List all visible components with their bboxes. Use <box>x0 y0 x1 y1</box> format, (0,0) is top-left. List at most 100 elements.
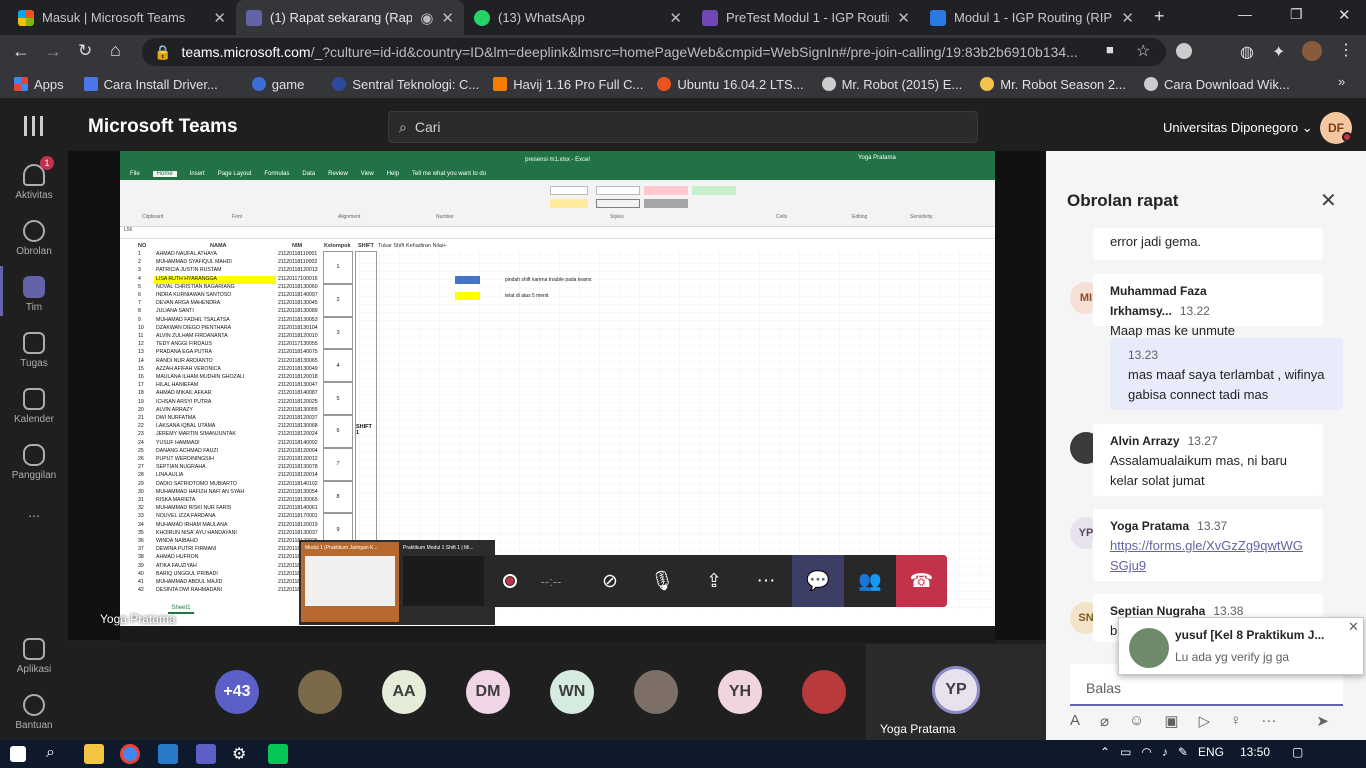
name-box: L56 <box>124 227 133 233</box>
rail-apps[interactable]: Aplikasi <box>0 638 68 675</box>
close-tab-icon[interactable]: ✕ <box>1121 9 1134 27</box>
send-icon[interactable]: ➤ <box>1316 712 1329 734</box>
sticker-icon[interactable]: ▷ <box>1199 712 1211 734</box>
participants-button[interactable]: 👥 <box>844 555 896 607</box>
participant-avatar[interactable] <box>634 670 678 714</box>
close-tab-icon[interactable]: ✕ <box>897 9 910 27</box>
windows-start-icon[interactable] <box>10 746 26 762</box>
compose-toolbar: A ⌀ ☺ ▣ ▷ ♀ ··· ➤ <box>1070 712 1346 734</box>
pen-icon[interactable]: ✎ <box>1178 745 1188 759</box>
tab-whatsapp[interactable]: (13) WhatsApp ✕ <box>464 0 692 35</box>
maximize-button[interactable]: ❐ <box>1290 6 1303 23</box>
reload-icon[interactable]: ↻ <box>78 41 92 61</box>
menu-icon[interactable]: ⋮ <box>1338 40 1354 60</box>
bookmark-star-icon[interactable]: ☆ <box>1136 41 1150 61</box>
bookmark-item[interactable]: Mr. Robot (2015) E... <box>821 77 962 92</box>
close-icon[interactable]: ✕ <box>1348 619 1359 635</box>
cell-nim: 21120118130089 <box>278 308 318 315</box>
attach-icon[interactable]: ⌀ <box>1100 712 1109 734</box>
close-tab-icon[interactable]: ✕ <box>441 9 454 27</box>
participant-avatar[interactable]: YH <box>718 670 762 714</box>
bookmark-apps[interactable]: Apps <box>14 77 64 92</box>
rail-help[interactable]: Bantuan <box>0 694 68 731</box>
forward-icon[interactable]: → <box>44 41 62 62</box>
cell-nama: ATIKA FAUZIYAH <box>156 562 197 569</box>
bookmark-item[interactable]: Sentral Teknologi: C... <box>332 77 479 92</box>
camera-off-button[interactable]: ⊘ <box>584 555 636 607</box>
minimize-button[interactable]: — <box>1238 6 1252 22</box>
participant-avatar[interactable] <box>298 670 342 714</box>
more-bookmarks-icon[interactable]: » <box>1338 74 1345 89</box>
tab-rapat[interactable]: (1) Rapat sekarang (Rapat) ◉ ✕ <box>236 0 464 35</box>
app-launcher-icon[interactable] <box>24 116 44 136</box>
profile-avatar[interactable] <box>1302 41 1322 61</box>
close-window-button[interactable]: ✕ <box>1338 6 1351 24</box>
home-icon[interactable]: ⌂ <box>110 40 121 61</box>
praise-icon[interactable]: ♀ <box>1230 712 1241 734</box>
settings-gear-icon[interactable]: ⚙ <box>232 744 252 764</box>
wifi-icon[interactable]: ◠ <box>1141 745 1151 759</box>
bookmark-item[interactable]: Cara Download Wik... <box>1143 77 1290 92</box>
search-icon[interactable]: ⌕ <box>46 744 66 764</box>
clock[interactable]: 13:50 <box>1240 745 1270 759</box>
bookmark-item[interactable]: game <box>251 77 304 92</box>
vscode-icon[interactable] <box>158 744 178 764</box>
globe-icon[interactable]: ◍ <box>1240 42 1254 62</box>
mic-muted-button[interactable]: 🎙 <box>636 555 688 607</box>
rail-more[interactable]: ... <box>0 504 68 520</box>
teams-icon[interactable] <box>196 744 216 764</box>
rail-calendar[interactable]: Kalender <box>0 388 68 425</box>
bookmark-item[interactable]: Havij 1.16 Pro Full C... <box>493 77 643 92</box>
battery-icon[interactable]: ▭ <box>1120 745 1131 759</box>
bookmark-item[interactable]: Mr. Robot Season 2... <box>980 77 1126 92</box>
bookmark-item[interactable]: Cara Install Driver... <box>83 77 218 92</box>
chrome-icon[interactable] <box>120 744 140 764</box>
rail-assignments[interactable]: Tugas <box>0 332 68 369</box>
participant-avatar[interactable] <box>802 670 846 714</box>
cell-nama: RISKA MARIETA <box>156 497 196 503</box>
rail-calls[interactable]: Panggilan <box>0 444 68 481</box>
new-tab-button[interactable]: + <box>1154 6 1165 27</box>
tab-pretest[interactable]: PreTest Modul 1 - IGP Routing ✕ <box>692 0 920 35</box>
language-indicator[interactable]: ENG <box>1198 745 1224 759</box>
emoji-icon[interactable]: ☺ <box>1129 712 1144 734</box>
style-good <box>692 186 736 195</box>
share-screen-button[interactable]: ⇪ <box>688 555 740 607</box>
notifications-icon[interactable]: ▢ <box>1292 745 1303 759</box>
chat-button[interactable]: 💬 <box>792 555 844 607</box>
more-participants-badge[interactable]: +43 <box>215 670 259 714</box>
volume-icon[interactable]: ♪ <box>1162 745 1168 759</box>
activity-badge: 1 <box>40 156 54 170</box>
search-input[interactable]: ⌕ Cari <box>388 111 978 143</box>
gif-icon[interactable]: ▣ <box>1164 712 1178 734</box>
more-options-icon[interactable]: ··· <box>1261 712 1276 734</box>
line-icon[interactable] <box>268 744 288 764</box>
close-tab-icon[interactable]: ✕ <box>213 9 226 27</box>
participant-avatar[interactable]: AA <box>382 670 426 714</box>
file-explorer-icon[interactable] <box>84 744 104 764</box>
org-switcher[interactable]: Universitas Diponegoro ⌄ <box>1163 120 1313 136</box>
close-icon[interactable]: ✕ <box>1320 188 1337 213</box>
hang-up-button[interactable]: ☎ <box>896 555 947 607</box>
url-field[interactable]: 🔒 teams.microsoft.com /_?culture=id-id&c… <box>142 38 1166 66</box>
ribbon-tell-me: Tell me what you want to do <box>412 171 487 177</box>
rail-activity[interactable]: Aktivitas <box>0 164 68 201</box>
tab-masuk-teams[interactable]: Masuk | Microsoft Teams ✕ <box>8 0 236 35</box>
participant-avatar[interactable]: DM <box>466 670 510 714</box>
chevron-up-icon[interactable]: ⌃ <box>1100 745 1110 759</box>
rail-chat[interactable]: Obrolan <box>0 220 68 257</box>
rail-teams[interactable]: Tim <box>0 276 68 313</box>
chat-notification-toast[interactable]: yusuf [Kel 8 Praktikum J... Lu ada yg ve… <box>1118 617 1364 675</box>
tab-modul1[interactable]: Modul 1 - IGP Routing (RIP da ✕ <box>920 0 1144 35</box>
format-icon[interactable]: A <box>1070 712 1080 734</box>
message-link[interactable]: https://forms.gle/XvGzZg9qwtWGSGju9 <box>1110 536 1306 576</box>
participant-avatar[interactable]: WN <box>550 670 594 714</box>
extensions-puzzle-icon[interactable]: ✦ <box>1272 42 1285 62</box>
camera-icon[interactable]: ■ <box>1106 42 1114 57</box>
back-icon[interactable]: ← <box>12 41 30 62</box>
more-actions-button[interactable]: ··· <box>740 555 792 607</box>
cell-no: 23 <box>138 431 144 438</box>
close-tab-icon[interactable]: ✕ <box>669 9 682 27</box>
extension-icon[interactable] <box>1176 43 1192 59</box>
bookmark-item[interactable]: Ubuntu 16.04.2 LTS... <box>657 77 804 92</box>
